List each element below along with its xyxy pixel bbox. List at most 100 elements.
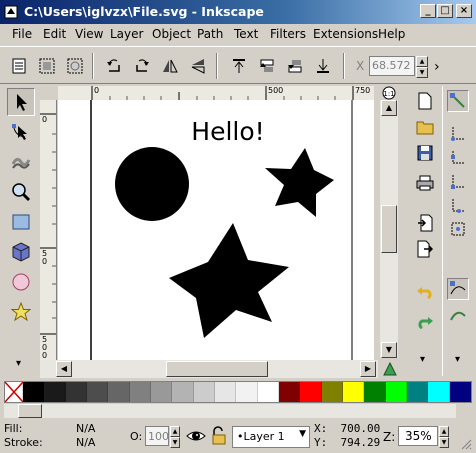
tweak-tool-icon[interactable] <box>7 148 35 176</box>
menu-text[interactable]: Text <box>234 27 258 41</box>
lower-icon[interactable] <box>284 55 306 77</box>
select-all-layers-icon[interactable] <box>36 55 58 77</box>
color-swatch[interactable] <box>23 382 45 402</box>
save-icon[interactable] <box>414 142 436 164</box>
maximize-button[interactable]: □ <box>437 4 453 18</box>
snap-bbox-center-icon[interactable] <box>447 218 469 240</box>
color-swatch[interactable] <box>364 382 386 402</box>
import-icon[interactable] <box>414 212 436 234</box>
color-swatch[interactable] <box>65 382 87 402</box>
snap-paths-icon[interactable] <box>447 304 469 326</box>
drawing-canvas[interactable]: Hello! <box>58 100 374 360</box>
resize-grip-icon[interactable] <box>460 438 472 450</box>
color-swatch[interactable] <box>150 382 173 402</box>
snap-bbox-corner-icon[interactable] <box>447 170 469 192</box>
menu-extensions[interactable]: Extensions <box>313 27 378 41</box>
x-coordinate-input[interactable]: 68.572 <box>369 56 415 76</box>
snap-toggle-icon[interactable] <box>447 90 469 112</box>
color-swatch[interactable] <box>342 382 365 402</box>
export-icon[interactable] <box>414 238 436 260</box>
selector-tool-icon[interactable] <box>7 88 35 116</box>
toolbar-overflow-icon[interactable]: › <box>434 59 440 75</box>
zoom-spinner[interactable]: ▲ ▼ <box>439 426 449 448</box>
horizontal-ruler[interactable]: 0 500 750 <box>58 86 374 101</box>
select-all-icon[interactable] <box>8 55 30 77</box>
node-tool-icon[interactable] <box>7 118 35 146</box>
lock-icon[interactable] <box>210 426 228 446</box>
cursor-x: X: 700.00 <box>314 422 381 435</box>
print-icon[interactable] <box>414 172 436 194</box>
color-swatch[interactable] <box>236 382 258 402</box>
no-paint-swatch[interactable] <box>5 382 23 402</box>
color-swatch[interactable] <box>214 382 237 402</box>
menu-layer[interactable]: Layer <box>110 27 143 41</box>
snap-bbox-edge-icon[interactable] <box>447 146 469 168</box>
menu-path[interactable]: Path <box>197 27 223 41</box>
color-swatch[interactable] <box>406 382 429 402</box>
3d-box-tool-icon[interactable] <box>7 238 35 266</box>
color-swatch[interactable] <box>300 382 322 402</box>
lower-to-bottom-icon[interactable] <box>312 55 334 77</box>
snap-bbox-icon[interactable] <box>447 122 469 144</box>
color-swatch[interactable] <box>108 382 130 402</box>
color-swatch[interactable] <box>257 382 279 402</box>
star-tool-icon[interactable] <box>7 298 35 326</box>
color-swatch[interactable] <box>129 382 151 402</box>
undo-icon[interactable] <box>414 280 436 302</box>
color-swatch[interactable] <box>428 382 450 402</box>
flip-horizontal-icon[interactable] <box>159 55 181 77</box>
zoom-tool-icon[interactable] <box>7 178 35 206</box>
deselect-icon[interactable] <box>64 55 86 77</box>
horizontal-scrollbar[interactable]: ◀ ▶ <box>40 360 378 378</box>
opacity-spinner[interactable]: ▲ ▼ <box>170 426 180 448</box>
vertical-ruler[interactable]: 0 5 0 5 0 0 <box>40 100 57 360</box>
color-swatch[interactable] <box>172 382 194 402</box>
menu-file[interactable]: File <box>12 27 32 41</box>
color-mode-icon[interactable] <box>382 361 398 377</box>
layer-dropdown[interactable]: •Layer 1 ▼ <box>232 426 310 448</box>
menu-object[interactable]: Object <box>152 27 191 41</box>
rectangle-tool-icon[interactable] <box>7 208 35 236</box>
toolbox-more-icon[interactable]: ▾ <box>16 358 21 369</box>
rotate-ccw-icon[interactable] <box>103 55 125 77</box>
scroll-right-button[interactable]: ▶ <box>360 361 376 377</box>
rotate-cw-icon[interactable] <box>131 55 153 77</box>
color-swatch[interactable] <box>321 382 343 402</box>
close-button[interactable]: × <box>456 4 472 18</box>
new-document-icon[interactable] <box>414 90 436 112</box>
snap-more-icon[interactable]: ▾ <box>455 354 460 365</box>
commands-more-icon[interactable]: ▾ <box>420 354 425 365</box>
scroll-up-button[interactable]: ▲ <box>381 100 397 116</box>
color-swatch[interactable] <box>86 382 109 402</box>
color-swatch[interactable] <box>385 382 407 402</box>
palette-scroll-thumb[interactable] <box>18 404 42 418</box>
menu-view[interactable]: View <box>75 27 103 41</box>
color-swatch[interactable] <box>44 382 66 402</box>
redo-icon[interactable] <box>414 310 436 332</box>
color-swatch[interactable] <box>449 382 471 402</box>
minimize-button[interactable]: _ <box>420 4 436 18</box>
raise-icon[interactable] <box>256 55 278 77</box>
ellipse-tool-icon[interactable] <box>7 268 35 296</box>
palette-scrollbar[interactable] <box>4 404 456 418</box>
snap-nodes-icon[interactable] <box>447 278 469 300</box>
scroll-down-button[interactable]: ▼ <box>381 342 397 358</box>
scroll-left-button[interactable]: ◀ <box>56 361 72 377</box>
vertical-scroll-thumb[interactable] <box>381 205 397 253</box>
x-spinner[interactable]: ▲ ▼ <box>416 56 428 78</box>
menu-edit[interactable]: Edit <box>43 27 66 41</box>
horizontal-scroll-thumb[interactable] <box>166 361 268 377</box>
eye-icon[interactable] <box>186 426 206 446</box>
opacity-input[interactable]: 100 <box>145 426 169 446</box>
vertical-scrollbar[interactable]: ▲ ▼ <box>380 100 398 358</box>
menu-filters[interactable]: Filters <box>270 27 306 41</box>
color-swatch[interactable] <box>278 382 301 402</box>
flip-vertical-icon[interactable] <box>187 55 209 77</box>
zoom-input[interactable]: 35% <box>398 426 438 446</box>
open-icon[interactable] <box>414 116 436 138</box>
snap-bbox-midpoint-icon[interactable] <box>447 194 469 216</box>
color-swatch[interactable] <box>193 382 215 402</box>
raise-to-top-icon[interactable] <box>228 55 250 77</box>
title-bar[interactable]: C:\Users\iglvzx\File.svg - Inkscape _ □ … <box>0 0 476 24</box>
menu-help[interactable]: Help <box>378 27 405 41</box>
